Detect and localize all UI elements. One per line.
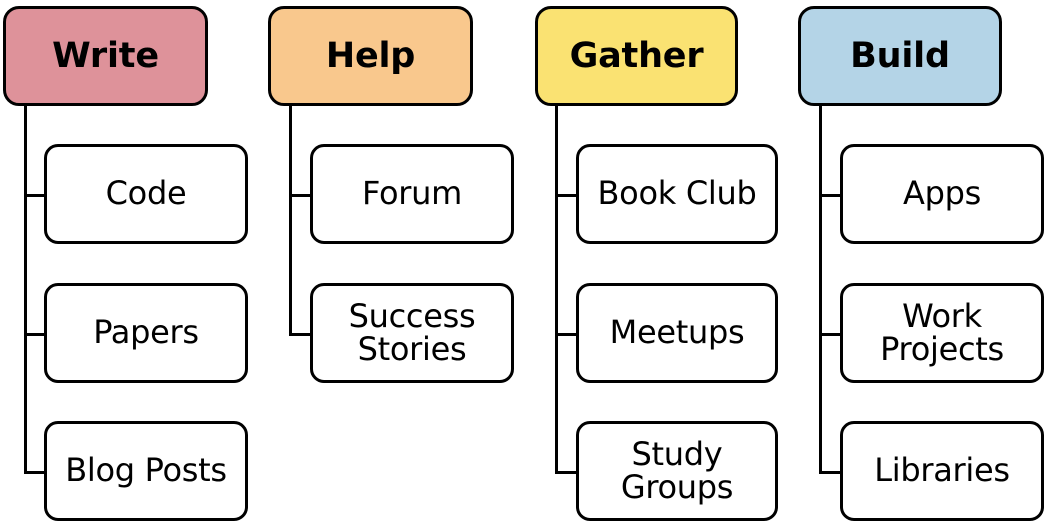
connector-branch-write-2 <box>24 471 44 474</box>
connector-trunk-help <box>289 106 292 336</box>
child-node-label: Papers <box>93 313 199 352</box>
root-node-label: Build <box>850 35 950 76</box>
tree-diagram: Write Code Papers Blog Posts Help Forum Succes… <box>0 0 1047 526</box>
child-node-label: Work Projects <box>880 296 1004 368</box>
child-node-label: Libraries <box>874 451 1010 490</box>
root-node-build[interactable]: Build <box>798 6 1002 106</box>
connector-branch-gather-1 <box>555 333 576 336</box>
root-node-gather[interactable]: Gather <box>535 6 738 106</box>
child-node-label: Meetups <box>609 313 745 352</box>
root-node-help[interactable]: Help <box>268 6 473 106</box>
connector-branch-build-0 <box>819 194 840 197</box>
child-node-help-0[interactable]: Forum <box>310 144 514 244</box>
child-node-help-1[interactable]: Success Stories <box>310 283 514 383</box>
root-node-label: Gather <box>569 35 704 76</box>
child-node-gather-0[interactable]: Book Club <box>576 144 778 244</box>
child-node-label: Apps <box>903 174 981 213</box>
connector-branch-help-1 <box>289 333 310 336</box>
child-node-build-1[interactable]: Work Projects <box>840 283 1044 383</box>
child-node-label: Study Groups <box>620 434 734 506</box>
connector-trunk-gather <box>555 106 558 474</box>
connector-branch-gather-2 <box>555 471 576 474</box>
connector-branch-build-2 <box>819 471 840 474</box>
child-node-build-2[interactable]: Libraries <box>840 421 1044 521</box>
root-node-label: Help <box>325 35 416 76</box>
child-node-write-1[interactable]: Papers <box>44 283 248 383</box>
connector-branch-help-0 <box>289 194 310 197</box>
child-node-gather-1[interactable]: Meetups <box>576 283 778 383</box>
child-node-write-0[interactable]: Code <box>44 144 248 244</box>
child-node-build-0[interactable]: Apps <box>840 144 1044 244</box>
connector-branch-write-1 <box>24 333 44 336</box>
child-node-label: Forum <box>362 174 462 213</box>
child-node-gather-2[interactable]: Study Groups <box>576 421 778 521</box>
child-node-label: Code <box>105 174 187 213</box>
child-node-label: Blog Posts <box>65 451 227 490</box>
connector-branch-build-1 <box>819 333 840 336</box>
root-node-write[interactable]: Write <box>3 6 208 106</box>
connector-trunk-write <box>24 106 27 474</box>
root-node-label: Write <box>52 35 159 76</box>
child-node-label: Book Club <box>597 174 757 213</box>
connector-branch-gather-0 <box>555 194 576 197</box>
child-node-write-2[interactable]: Blog Posts <box>44 421 248 521</box>
child-node-label: Success Stories <box>348 296 476 368</box>
connector-trunk-build <box>819 106 822 474</box>
connector-branch-write-0 <box>24 194 44 197</box>
